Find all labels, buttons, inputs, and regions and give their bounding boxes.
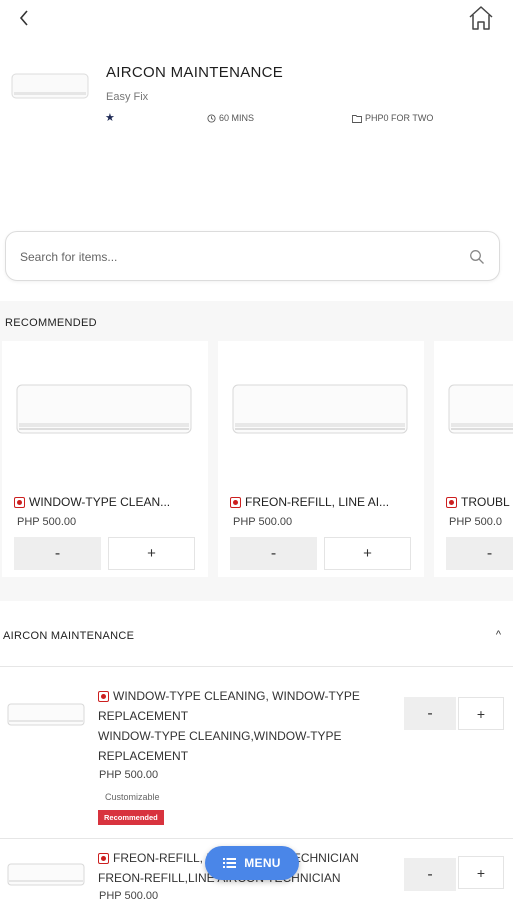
product-price: PHP 500.00 [99, 769, 159, 781]
veg-marker-icon [446, 496, 457, 508]
veg-marker-icon [98, 852, 109, 864]
divider [0, 838, 513, 839]
cost-for-two: PHP0 FOR TWO [352, 113, 433, 123]
increase-button[interactable]: + [458, 856, 504, 889]
list-icon [223, 858, 237, 868]
search-icon[interactable] [469, 249, 485, 265]
chevron-up-icon[interactable]: ^ [496, 629, 501, 641]
increase-button[interactable]: + [108, 537, 195, 570]
product-description-line: REPLACEMENT [98, 749, 189, 763]
store-thumbnail [11, 73, 89, 99]
veg-marker-icon [98, 690, 109, 702]
recommended-badge: Recommended [98, 810, 164, 825]
product-name-text: FREON-REFILL, LINE AI... [245, 495, 390, 509]
category-title: AIRCON MAINTENANCE [3, 630, 135, 642]
increase-button[interactable]: + [458, 697, 504, 730]
chevron-left-icon [19, 10, 28, 26]
product-image [232, 384, 408, 434]
veg-marker-icon [14, 496, 25, 508]
top-bar [0, 0, 513, 40]
product-description-line: WINDOW-TYPE CLEANING,WINDOW-TYPE [98, 729, 342, 743]
clock-icon [207, 113, 216, 123]
veg-marker-icon [230, 496, 241, 508]
product-name: WINDOW-TYPE CLEANING, WINDOW-TYPE [98, 689, 360, 703]
increase-button[interactable]: + [324, 537, 411, 570]
product-name: FREON-REFILL, LINE AI... [230, 495, 389, 509]
product-price: PHP 500.00 [17, 516, 77, 528]
recommended-card[interactable]: TROUBL PHP 500.0 - [434, 341, 513, 577]
product-name: WINDOW-TYPE CLEAN... [14, 495, 170, 509]
recommended-card[interactable]: WINDOW-TYPE CLEAN... PHP 500.00 - + [2, 341, 208, 577]
decrease-button[interactable]: - [404, 858, 456, 891]
decrease-button[interactable]: - [404, 697, 456, 730]
delivery-time-text: 60 MINS [219, 113, 255, 123]
product-name-text: TROUBL [461, 495, 510, 509]
customizable-label: Customizable [105, 792, 160, 802]
decrease-button[interactable]: - [230, 537, 317, 570]
wallet-icon [352, 114, 362, 123]
menu-button-label: MENU [244, 856, 281, 870]
delivery-time: 60 MINS [207, 113, 254, 123]
recommended-card[interactable]: FREON-REFILL, LINE AI... PHP 500.00 - + [218, 341, 424, 577]
decrease-button[interactable]: - [14, 537, 101, 570]
rating-star-icon: ★ [105, 112, 115, 124]
product-price: PHP 500.00 [99, 890, 159, 900]
store-title: AIRCON MAINTENANCE [106, 64, 284, 81]
decrease-button[interactable]: - [446, 537, 513, 570]
home-icon [469, 6, 493, 30]
product-name-line: REPLACEMENT [98, 709, 189, 723]
product-name-line: WINDOW-TYPE CLEANING, WINDOW-TYPE [113, 689, 360, 703]
cost-for-two-text: PHP0 FOR TWO [365, 113, 434, 123]
recommended-section: RECOMMENDED WINDOW-TYPE CLEAN... PHP 500… [0, 301, 513, 601]
product-price: PHP 500.00 [233, 516, 293, 528]
product-price: PHP 500.0 [449, 516, 503, 528]
search-input[interactable] [20, 244, 460, 270]
menu-button[interactable]: MENU [205, 846, 299, 880]
product-image [448, 384, 513, 434]
product-image [7, 863, 85, 886]
search-box [5, 231, 500, 281]
back-button[interactable] [12, 6, 36, 30]
store-header: AIRCON MAINTENANCE Easy Fix ★ 60 MINS PH… [0, 58, 513, 138]
category-header[interactable]: AIRCON MAINTENANCE ^ [0, 620, 513, 667]
product-name: TROUBL [446, 495, 510, 509]
product-image [16, 384, 192, 434]
recommended-title: RECOMMENDED [5, 317, 97, 329]
home-button[interactable] [467, 4, 495, 32]
product-image [7, 703, 85, 726]
product-name-text: WINDOW-TYPE CLEAN... [29, 495, 171, 509]
store-subtitle: Easy Fix [106, 91, 149, 103]
